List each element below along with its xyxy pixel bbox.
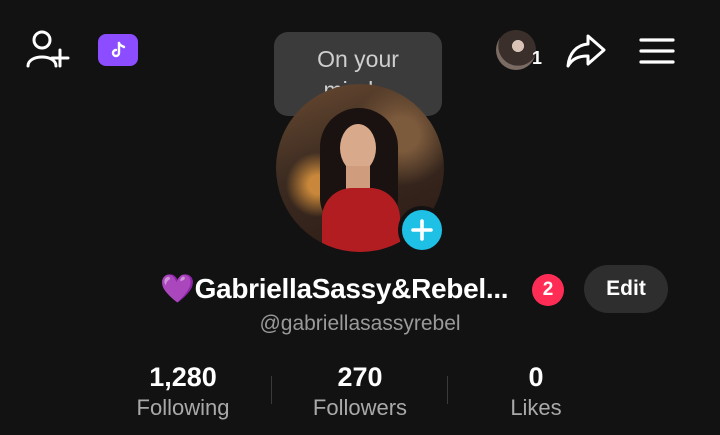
share-arrow-icon	[564, 32, 608, 70]
display-name[interactable]: 💜GabriellaSassy&Rebel...	[160, 272, 509, 305]
stat-followers[interactable]: 270 Followers	[270, 360, 450, 422]
purple-heart-icon: 💜	[160, 273, 195, 304]
plus-icon	[411, 219, 433, 241]
status-prompt-line1: On your	[317, 46, 399, 72]
menu-button[interactable]	[636, 34, 678, 68]
edit-profile-button[interactable]: Edit	[584, 265, 668, 313]
share-button[interactable]	[562, 30, 610, 72]
music-ticket-button[interactable]	[98, 34, 138, 66]
likes-label: Likes	[510, 395, 562, 420]
hamburger-menu-icon	[639, 37, 675, 65]
story-count: 1	[532, 48, 543, 68]
add-story-button[interactable]	[398, 206, 446, 254]
story-avatar[interactable]	[496, 30, 536, 70]
username: @gabriellasassyrebel	[259, 312, 461, 335]
add-friend-button[interactable]	[24, 28, 70, 72]
notification-badge[interactable]: 2	[532, 274, 564, 306]
following-count: 1,280	[149, 362, 217, 392]
display-name-text: GabriellaSassy&Rebel...	[194, 273, 509, 304]
stat-likes[interactable]: 0 Likes	[446, 360, 626, 422]
followers-count: 270	[337, 362, 383, 392]
music-note-icon	[108, 40, 128, 60]
person-plus-icon	[24, 28, 70, 72]
likes-count: 0	[528, 362, 544, 392]
following-label: Following	[136, 395, 230, 420]
followers-label: Followers	[312, 395, 408, 420]
stat-following[interactable]: 1,280 Following	[93, 360, 273, 422]
